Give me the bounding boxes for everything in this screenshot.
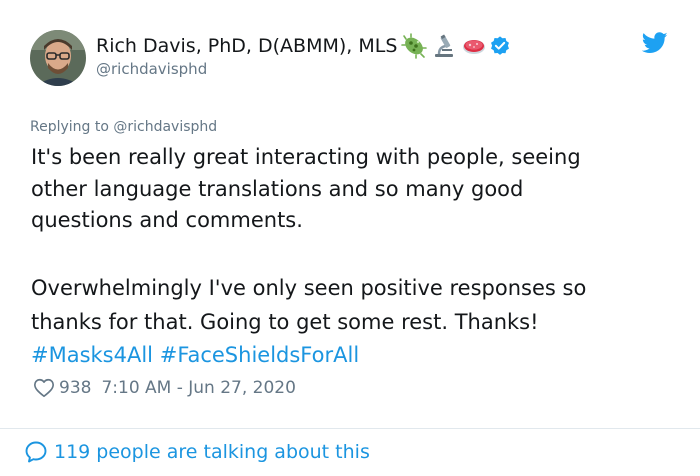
- author-handle[interactable]: @richdavisphd: [96, 60, 207, 78]
- speech-bubble-icon: [24, 440, 48, 464]
- verified-badge-icon: [489, 35, 511, 57]
- hashtag-link[interactable]: #FaceShieldsForAll: [160, 343, 359, 367]
- author-name-row[interactable]: Rich Davis, PhD, D(ABMM), MLS: [96, 33, 511, 59]
- conversation-link[interactable]: 119 people are talking about this: [24, 439, 370, 465]
- hashtag-row: #Masks4All #FaceShieldsForAll: [31, 340, 359, 372]
- petri-dish-icon: [461, 33, 487, 59]
- tweet-text-line: thanks for that. Going to get some rest.…: [31, 310, 539, 334]
- tweet-meta: 938 7:10 AM - Jun 27, 2020: [33, 376, 296, 400]
- avatar[interactable]: [30, 30, 86, 86]
- twitter-bird-icon[interactable]: [641, 32, 668, 54]
- tweet-card: Rich Davis, PhD, D(ABMM), MLS @richdavis…: [0, 0, 700, 476]
- divider: [0, 428, 700, 429]
- author-display-name[interactable]: Rich Davis, PhD, D(ABMM), MLS: [96, 35, 397, 57]
- replying-to-label[interactable]: Replying to @richdavisphd: [30, 119, 217, 135]
- tweet-timestamp[interactable]: 7:10 AM - Jun 27, 2020: [101, 378, 296, 398]
- heart-icon[interactable]: [33, 377, 55, 399]
- tweet-text-line: It's been really great interacting with …: [31, 145, 581, 169]
- microbe-icon: [401, 33, 428, 59]
- microscope-icon: [431, 33, 457, 59]
- tweet-text-line: other language translations and so many …: [31, 176, 524, 201]
- talking-about-label[interactable]: 119 people are talking about this: [54, 441, 370, 463]
- tweet-text-line: Overwhelmingly I've only seen positive r…: [31, 276, 587, 300]
- tweet-text-line: questions and comments.: [31, 208, 303, 232]
- like-count[interactable]: 938: [59, 378, 91, 398]
- hashtag-link[interactable]: #Masks4All: [31, 343, 153, 367]
